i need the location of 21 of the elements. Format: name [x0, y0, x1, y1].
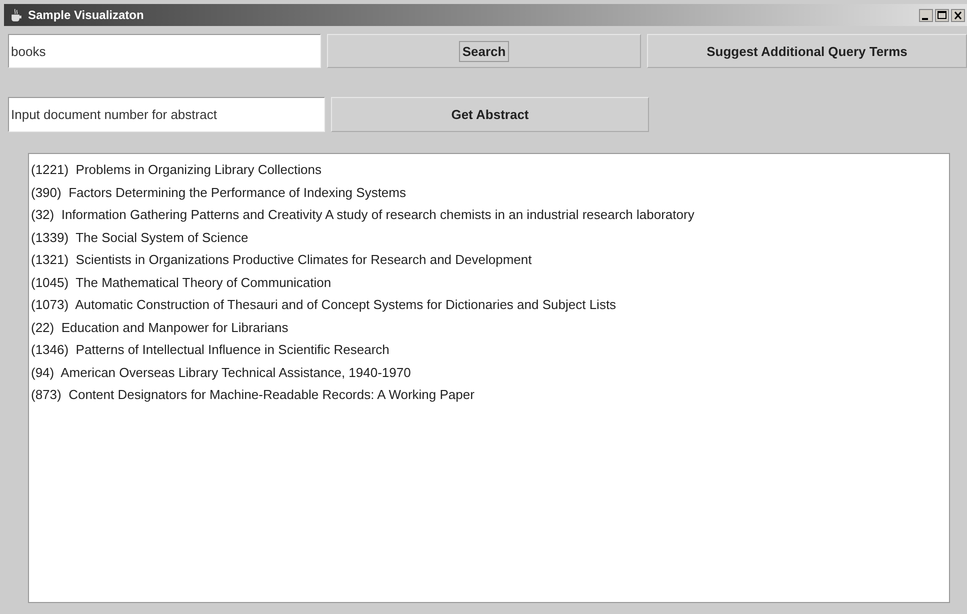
- suggest-terms-button[interactable]: Suggest Additional Query Terms: [647, 34, 967, 68]
- get-abstract-button[interactable]: Get Abstract: [331, 97, 649, 132]
- window-title: Sample Visualizaton: [28, 8, 144, 22]
- result-item[interactable]: (1045) The Mathematical Theory of Communication: [31, 272, 949, 294]
- search-button[interactable]: Search: [327, 34, 641, 68]
- result-item[interactable]: (1221) Problems in Organizing Library Collections: [31, 159, 949, 182]
- result-item[interactable]: (390) Factors Determining the Performance of Indexing Systems: [31, 182, 949, 204]
- abstract-number-field[interactable]: Input document number for abstract: [8, 97, 325, 132]
- result-item[interactable]: (94) American Overseas Library Technical Assistance, 1940-1970: [31, 362, 949, 384]
- result-item[interactable]: (1339) The Social System of Science: [31, 226, 949, 249]
- result-item[interactable]: (22) Education and Manpower for Librarians: [31, 316, 949, 339]
- result-item[interactable]: (1346) Patterns of Intellectual Influence in Scientific Research: [31, 339, 949, 362]
- close-icon[interactable]: [951, 8, 965, 22]
- query-field[interactable]: books: [8, 34, 322, 68]
- coffee-cup-icon: [10, 8, 22, 22]
- maximize-icon[interactable]: [935, 8, 949, 22]
- result-item[interactable]: (32) Information Gathering Patterns and Creativity A study of research chemists in an industrial research laboratory: [31, 204, 949, 226]
- minimize-icon[interactable]: [919, 8, 933, 22]
- result-item[interactable]: (1321) Scientists in Organizations Productive Climates for Research and Development: [31, 249, 949, 272]
- result-item[interactable]: (1073) Automatic Construction of Thesauri and of Concept Systems for Dictionaries and Subject Lists: [31, 294, 949, 316]
- result-item[interactable]: (873) Content Designators for Machine-Readable Records: A Working Paper: [31, 384, 949, 406]
